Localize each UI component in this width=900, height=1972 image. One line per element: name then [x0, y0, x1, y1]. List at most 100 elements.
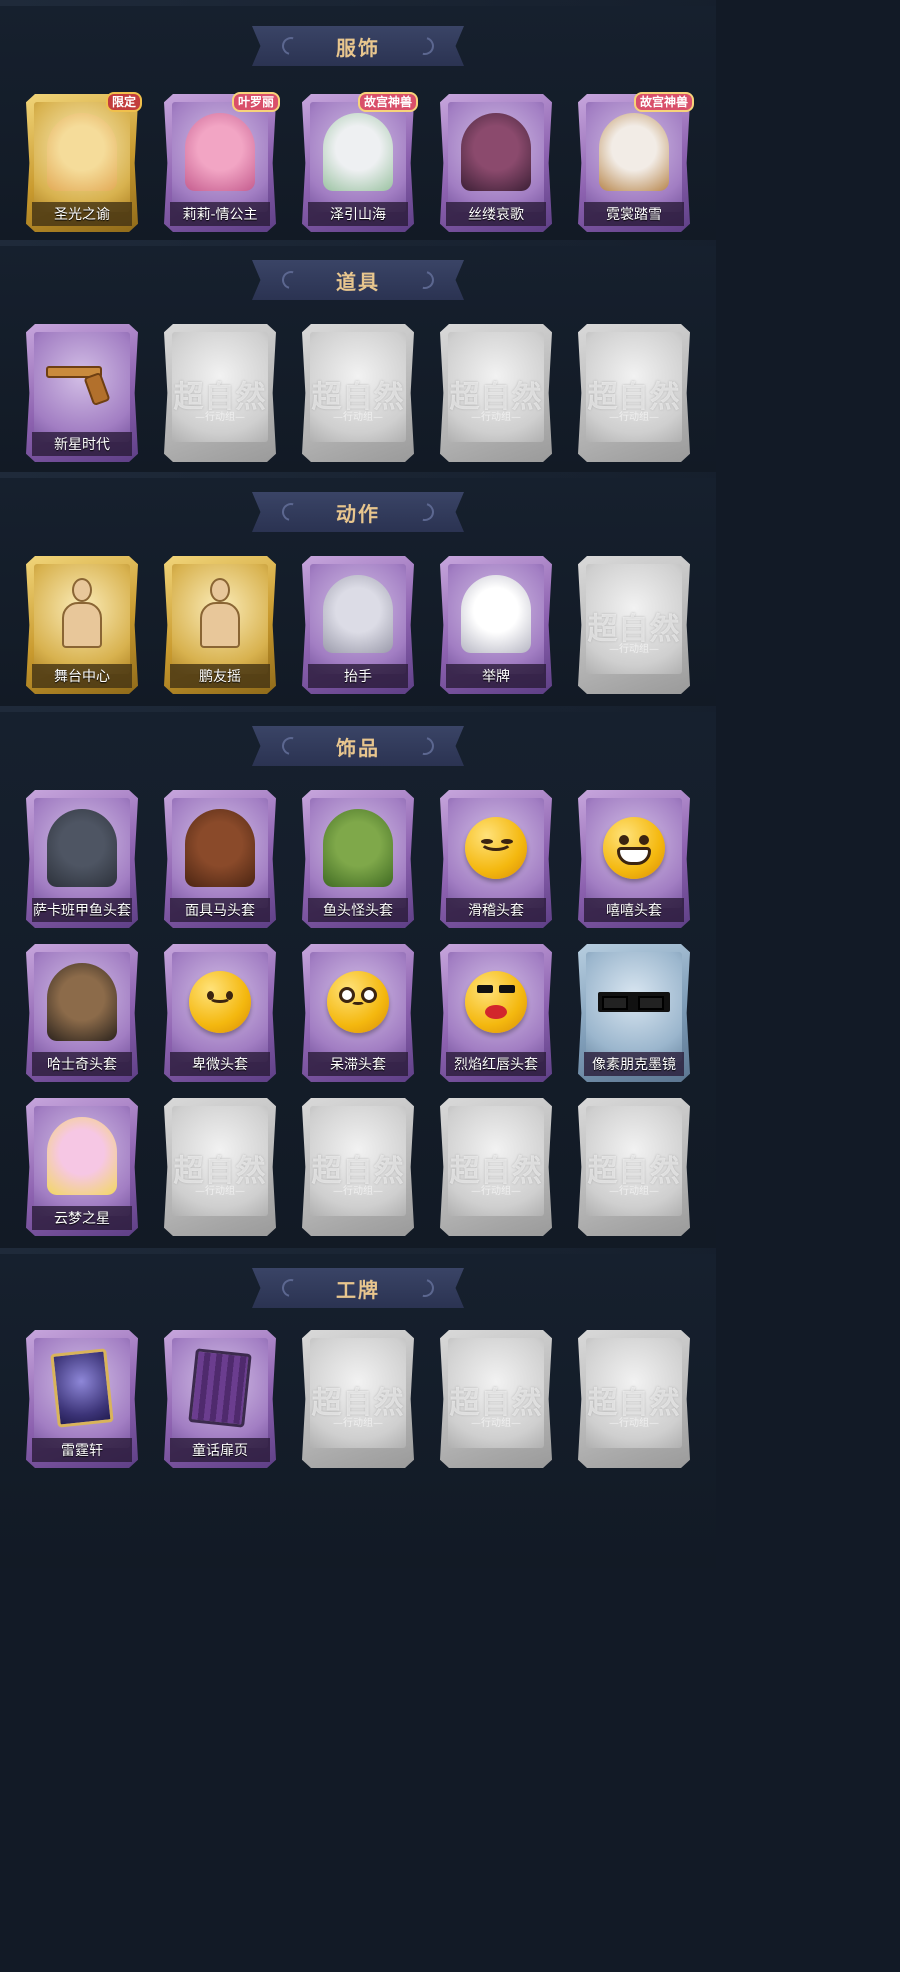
item-card[interactable]: 丝缕哀歌 [440, 94, 552, 232]
swirl-ornament-icon [412, 733, 438, 759]
item-card[interactable]: 滑稽头套 [440, 790, 552, 928]
dazed-emoji-icon [320, 962, 396, 1042]
card-badge: 故宫神兽 [633, 92, 694, 112]
locked-item-card[interactable]: 超自然 —行动组— [164, 324, 276, 462]
item-card[interactable]: 像素朋克墨镜 [578, 944, 690, 1082]
locked-item-card[interactable]: 超自然 —行动组— [302, 324, 414, 462]
card-label: 烈焰红唇头套 [454, 1057, 538, 1073]
placeholder-subtitle: —行动组— [195, 412, 245, 423]
sign-holding-figure-icon [458, 574, 534, 654]
book-page-icon [182, 1348, 258, 1428]
item-card[interactable]: 莉莉-情公主 叶罗丽 [164, 92, 280, 232]
card-label-bar: 卑微头套 [170, 1052, 270, 1076]
card-label: 卑微头套 [192, 1057, 248, 1073]
section-title: 服饰 [336, 35, 380, 60]
portrait-white-hair-icon [320, 112, 396, 192]
locked-item-card[interactable]: 超自然 —行动组— [578, 556, 690, 694]
locked-item-card[interactable]: 超自然 —行动组— [578, 1098, 690, 1236]
swirl-ornament-icon [412, 499, 438, 525]
placeholder-subtitle: —行动组— [195, 1186, 245, 1197]
card-label-bar: 舞台中心 [32, 664, 132, 688]
item-card[interactable]: 抬手 [302, 556, 414, 694]
item-card[interactable]: 呆滞头套 [302, 944, 414, 1082]
section-header: 道具 [252, 260, 464, 300]
unicorn-cloud-icon [44, 1116, 120, 1196]
section-header: 饰品 [252, 726, 464, 766]
swirl-ornament-icon [278, 33, 304, 59]
item-card[interactable]: 雷霆轩 [26, 1330, 138, 1468]
placeholder-subtitle: —行动组— [333, 1418, 383, 1429]
fish-monster-head-icon [320, 808, 396, 888]
item-card[interactable]: 卑微头套 [164, 944, 276, 1082]
item-card[interactable]: 烈焰红唇头套 [440, 944, 552, 1082]
locked-item-card[interactable]: 超自然 —行动组— [164, 1098, 276, 1236]
emoji-eye [477, 985, 493, 993]
card-label-bar: 鱼头怪头套 [308, 898, 408, 922]
emoji-eye [499, 985, 515, 993]
item-card[interactable]: 泽引山海 故宫神兽 [302, 92, 418, 232]
swirl-ornament-icon [278, 1275, 304, 1301]
swirl-ornament-icon [278, 267, 304, 293]
locked-item-card[interactable]: 超自然 —行动组— [440, 324, 552, 462]
card-label-bar: 泽引山海 [308, 202, 408, 226]
item-card[interactable]: 面具马头套 [164, 790, 276, 928]
item-card[interactable]: 云梦之星 [26, 1098, 138, 1236]
humble-emoji-icon [182, 962, 258, 1042]
item-card[interactable]: 嘻嘻头套 [578, 790, 690, 928]
item-card[interactable]: 圣光之谕 限定 [26, 92, 142, 232]
swirl-ornament-icon [278, 733, 304, 759]
item-card[interactable]: 举牌 [440, 556, 552, 694]
item-card[interactable]: 新星时代 [26, 324, 138, 462]
card-label: 泽引山海 [330, 207, 386, 223]
card-label: 圣光之谕 [54, 207, 110, 223]
item-card[interactable]: 萨卡班甲鱼头套 [26, 790, 138, 928]
item-card[interactable]: 舞台中心 [26, 556, 138, 694]
locked-item-card[interactable]: 超自然 —行动组— [578, 324, 690, 462]
card-badge: 限定 [105, 92, 142, 112]
card-label: 面具马头套 [185, 903, 255, 919]
card-label-bar: 举牌 [446, 664, 546, 688]
emoji-mouth [617, 847, 651, 865]
placeholder-subtitle: —行动组— [609, 1186, 659, 1197]
locked-item-card[interactable]: 超自然 —行动组— [302, 1098, 414, 1236]
lens [602, 996, 628, 1010]
section-title: 工牌 [336, 1277, 380, 1302]
locked-item-card[interactable]: 超自然 —行动组— [302, 1330, 414, 1468]
horse-head-icon [182, 808, 258, 888]
silhouette-head [72, 578, 92, 602]
item-card[interactable]: 鱼头怪头套 [302, 790, 414, 928]
card-label-bar: 萨卡班甲鱼头套 [32, 898, 132, 922]
collection-page: 服饰 道具 动作 饰品 工牌 圣光之谕 限定莉莉-情公主 叶罗丽 泽引山海 故宫… [0, 0, 716, 1568]
pose-silhouette-icon [44, 574, 120, 654]
section-header: 工牌 [252, 1268, 464, 1308]
pixel-sunglasses-icon [596, 962, 672, 1042]
card-label-bar: 呆滞头套 [308, 1052, 408, 1076]
tarot-card-icon [44, 1348, 120, 1428]
locked-item-card[interactable]: 超自然 —行动组— [440, 1098, 552, 1236]
card-label: 舞台中心 [54, 669, 110, 685]
card-label-bar: 像素朋克墨镜 [584, 1052, 684, 1076]
card-label-bar: 鹏友摇 [170, 664, 270, 688]
swirl-ornament-icon [412, 1275, 438, 1301]
lens [638, 996, 664, 1010]
card-label: 鹏友摇 [199, 669, 241, 685]
locked-item-card[interactable]: 超自然 —行动组— [440, 1330, 552, 1468]
section-title: 道具 [336, 269, 380, 294]
section-title: 饰品 [336, 735, 380, 760]
item-card[interactable]: 童话扉页 [164, 1330, 276, 1468]
emoji-eye [639, 835, 649, 845]
card-label-bar: 霓裳踏雪 [584, 202, 684, 226]
card-label-bar: 嘻嘻头套 [584, 898, 684, 922]
fish-head-icon [44, 808, 120, 888]
item-card[interactable]: 哈士奇头套 [26, 944, 138, 1082]
card-label: 新星时代 [54, 437, 110, 453]
item-card[interactable]: 鹏友摇 [164, 556, 276, 694]
card-label-bar: 面具马头套 [170, 898, 270, 922]
husky-head-icon [44, 962, 120, 1042]
card-label: 鱼头怪头套 [323, 903, 393, 919]
locked-item-card[interactable]: 超自然 —行动组— [578, 1330, 690, 1468]
swirl-ornament-icon [412, 267, 438, 293]
item-card[interactable]: 霓裳踏雪 故宫神兽 [578, 92, 694, 232]
section-header: 动作 [252, 492, 464, 532]
card-label-bar: 烈焰红唇头套 [446, 1052, 546, 1076]
